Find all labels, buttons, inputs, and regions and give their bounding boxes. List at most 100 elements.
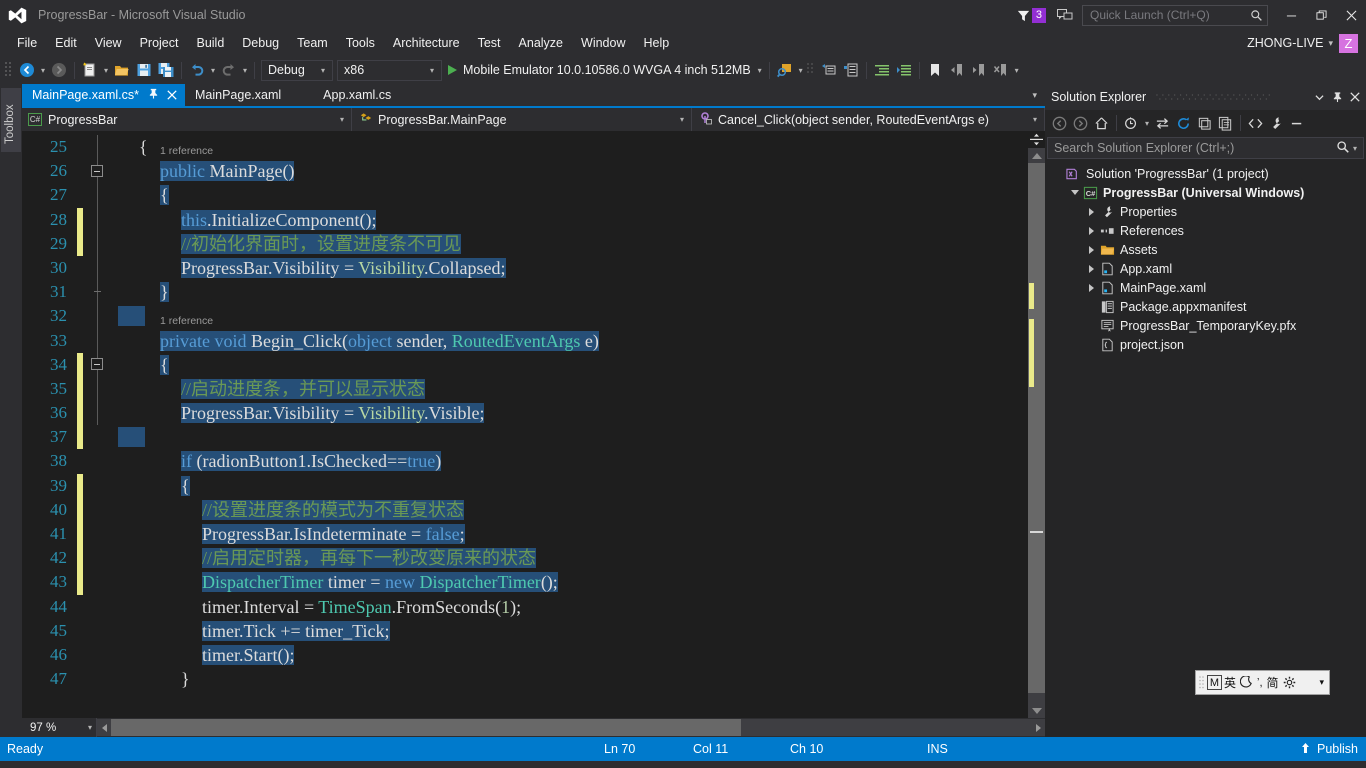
code-line[interactable]: timer.Start(); (108, 643, 1028, 667)
close-icon[interactable] (1346, 87, 1364, 107)
document-tab-app-xaml-cs[interactable]: App.xaml.cs (313, 84, 400, 106)
horizontal-scrollbar-thumb[interactable] (111, 719, 741, 736)
properties-icon[interactable] (1266, 113, 1287, 134)
chevron-down-icon[interactable]: ▾ (316, 66, 330, 75)
code-line[interactable]: timer.Interval = TimeSpan.FromSeconds(1)… (108, 595, 1028, 619)
moon-icon[interactable] (1238, 673, 1255, 692)
navbar-member-dropdown[interactable]: Cancel_Click(object sender, RoutedEventA… (692, 108, 1045, 131)
solution-configuration-dropdown[interactable]: Debug ▾ (261, 59, 333, 81)
code-text-surface[interactable]: {public MainPage() {this.InitializeCompon… (108, 131, 1028, 718)
bookmark-icon[interactable] (924, 59, 946, 81)
panel-drag-grip[interactable] (1154, 93, 1302, 101)
save-all-icon[interactable] (155, 59, 177, 81)
code-line[interactable]: DispatcherTimer timer = new DispatcherTi… (108, 570, 1028, 594)
code-line[interactable]: { (108, 474, 1028, 498)
toolbar-grip[interactable] (806, 61, 815, 79)
outlining-margin[interactable] (86, 131, 108, 718)
gear-icon[interactable] (1281, 673, 1298, 692)
menu-item-edit[interactable]: Edit (46, 33, 86, 53)
editor-vertical-scrollbar[interactable] (1028, 131, 1045, 718)
tree-item-assets[interactable]: Assets (1045, 240, 1366, 259)
chevron-down-icon[interactable]: ▾ (425, 66, 439, 75)
solution-explorer-search-input[interactable] (1054, 141, 1336, 155)
debug-target-dropdown-caret[interactable]: ▾ (755, 66, 765, 75)
new-project-icon[interactable] (79, 59, 101, 81)
new-project-dropdown-caret[interactable]: ▾ (101, 66, 111, 75)
chevron-down-icon[interactable] (1068, 190, 1081, 195)
ime-language-bar[interactable]: M 英 ʼ, 简 ▾ (1195, 670, 1330, 695)
pending-changes-icon[interactable] (1121, 113, 1142, 134)
ime-drag-grip[interactable] (1198, 674, 1205, 691)
toolbar-grip[interactable] (4, 61, 13, 79)
chevron-down-icon[interactable]: ▾ (333, 115, 351, 124)
find-dropdown-caret[interactable]: ▾ (796, 66, 806, 75)
properties-window-icon[interactable] (840, 59, 862, 81)
navbar-class-dropdown[interactable]: ProgressBar.MainPage ▾ (352, 108, 692, 131)
home-icon[interactable] (1091, 113, 1112, 134)
chevron-down-icon[interactable]: ▾ (1026, 115, 1044, 124)
menu-item-file[interactable]: File (8, 33, 46, 53)
outdent-icon[interactable] (893, 59, 915, 81)
chevron-down-icon[interactable]: ▾ (1328, 38, 1333, 49)
close-icon[interactable] (167, 89, 177, 102)
chevron-down-icon[interactable]: ▾ (88, 723, 92, 732)
tree-item-solution-progressbar-1-project[interactable]: Solution 'ProgressBar' (1 project) (1045, 164, 1366, 183)
codelens-reference-tag[interactable]: 1 reference (160, 315, 213, 327)
code-line[interactable]: //启用定时器，再每下一秒改变原来的状态 (108, 546, 1028, 570)
tab-overflow-caret[interactable]: ▾ (1027, 84, 1042, 106)
code-line[interactable]: ProgressBar.IsIndeterminate = false; (108, 522, 1028, 546)
chevron-right-icon[interactable] (1085, 245, 1098, 254)
chevron-down-icon[interactable] (1310, 87, 1328, 107)
code-line[interactable]: //设置进度条的模式为不重复状态 (108, 498, 1028, 522)
chinese-ime-icon[interactable]: 英 (1222, 673, 1238, 692)
menu-item-debug[interactable]: Debug (233, 33, 288, 53)
open-file-icon[interactable] (111, 59, 133, 81)
code-line[interactable]: } (108, 667, 1028, 691)
pin-icon[interactable] (148, 88, 159, 102)
navigate-forward-icon[interactable] (1070, 113, 1091, 134)
tree-item-app-xaml[interactable]: App.xaml (1045, 259, 1366, 278)
zoom-level-dropdown[interactable]: 97 % ▾ (22, 718, 97, 737)
redo-icon[interactable] (218, 59, 240, 81)
menu-item-tools[interactable]: Tools (337, 33, 384, 53)
search-options-caret[interactable]: ▾ (1350, 144, 1361, 153)
show-all-files-icon[interactable] (1215, 113, 1236, 134)
chevron-right-icon[interactable] (1085, 207, 1098, 216)
navigate-back-icon[interactable] (1049, 113, 1070, 134)
menu-item-team[interactable]: Team (288, 33, 337, 53)
quick-launch-input[interactable] (1090, 8, 1250, 22)
codelens-reference-tag[interactable]: 1 reference (160, 146, 213, 157)
minimize-button[interactable] (1276, 0, 1306, 30)
tree-item-project-json[interactable]: project.json (1045, 335, 1366, 354)
code-line[interactable]: //启动进度条，并可以显示状态 (108, 377, 1028, 401)
code-line[interactable]: { (108, 183, 1028, 207)
code-editor[interactable]: 25 26 27 28 29 30 31 32 33 34 35 36 37 38 39 40 41 42 43 44… (22, 131, 1045, 718)
sync-with-active-document-icon[interactable] (1152, 113, 1173, 134)
save-icon[interactable] (133, 59, 155, 81)
scroll-left-arrow[interactable] (97, 719, 111, 736)
horizontal-scrollbar-track[interactable] (111, 719, 1031, 736)
solution-platform-dropdown[interactable]: x86 ▾ (337, 59, 442, 81)
code-line[interactable]: } (108, 280, 1028, 304)
avatar[interactable]: Z (1339, 33, 1358, 53)
menu-item-test[interactable]: Test (469, 33, 510, 53)
notifications-button[interactable]: 3 (1016, 7, 1046, 23)
split-view-handle[interactable] (1028, 131, 1045, 148)
menu-item-architecture[interactable]: Architecture (384, 33, 469, 53)
navbar-project-dropdown[interactable]: C# ProgressBar ▾ (22, 108, 352, 131)
code-line[interactable]: { (108, 135, 1028, 159)
document-tab-mainpage-xaml-cs[interactable]: MainPage.xaml.cs* (22, 84, 185, 106)
chevron-right-icon[interactable] (1085, 283, 1098, 292)
toolbox-tab[interactable]: Toolbox (1, 88, 21, 152)
code-line[interactable]: public MainPage() (108, 159, 1028, 183)
restore-button[interactable] (1306, 0, 1336, 30)
code-line[interactable]: this.InitializeComponent(); (108, 208, 1028, 232)
menu-item-view[interactable]: View (86, 33, 131, 53)
ime-expand-chevron-icon[interactable]: ▾ (1317, 673, 1326, 692)
toolbar-overflow-caret[interactable]: ▾ (1012, 66, 1022, 75)
close-button[interactable] (1336, 0, 1366, 30)
tree-item-package-appxmanifest[interactable]: Package.appxmanifest (1045, 297, 1366, 316)
undo-icon[interactable] (186, 59, 208, 81)
find-in-files-icon[interactable] (774, 59, 796, 81)
navigate-forward-icon[interactable] (48, 59, 70, 81)
